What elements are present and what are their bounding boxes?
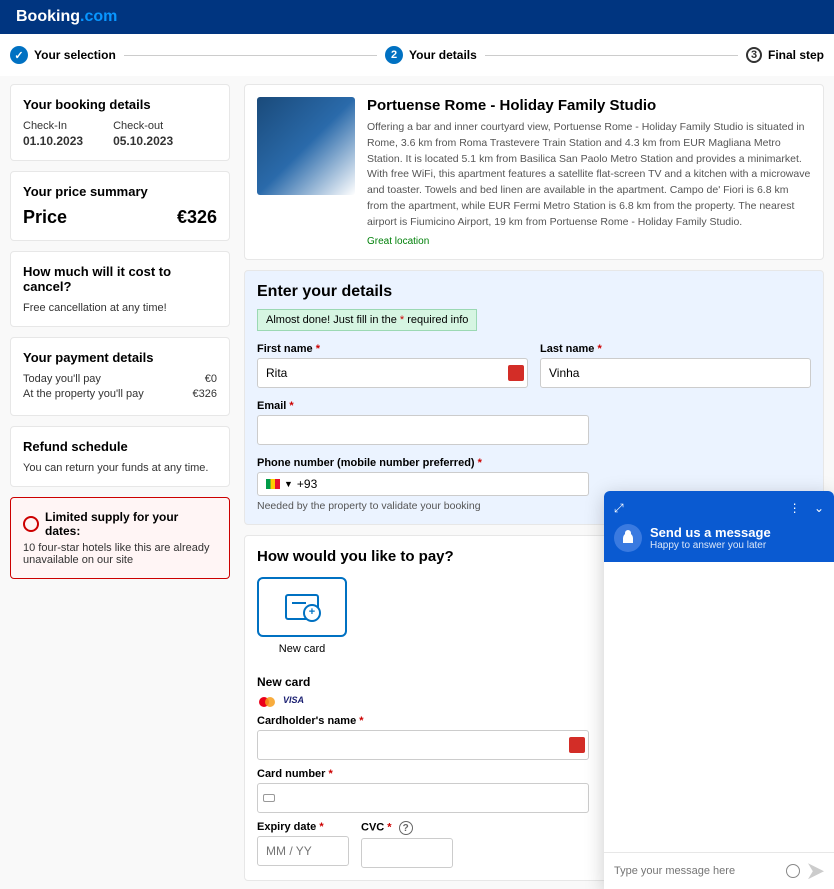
card-number-input[interactable] — [257, 783, 589, 813]
cardholder-label: Cardholder's name * — [257, 715, 589, 727]
enter-details-card: Enter your details Almost done! Just fil… — [244, 270, 824, 525]
payment-details-card: Your payment details Today you'll pay €0… — [10, 337, 230, 416]
step-label: Your details — [409, 48, 477, 62]
cardholder-input[interactable] — [257, 730, 589, 760]
price-value: €326 — [177, 207, 217, 228]
chat-title: Send us a message — [650, 525, 771, 540]
step-your-details[interactable]: 2 Your details — [385, 46, 477, 64]
phone-help-text: Needed by the property to validate your … — [257, 500, 589, 512]
card-title: Your payment details — [23, 350, 217, 365]
mastercard-icon — [257, 695, 279, 709]
phone-label: Phone number (mobile number preferred) * — [257, 457, 589, 469]
property-pay-value: €326 — [193, 388, 217, 400]
avatar-icon — [614, 524, 642, 552]
minimize-icon[interactable]: ⌄ — [814, 501, 824, 515]
great-location-tag[interactable]: Great location — [367, 236, 811, 247]
check-icon: ✓ — [10, 46, 28, 64]
price-summary-card: Your price summary Price €326 — [10, 171, 230, 241]
step-final[interactable]: 3 Final step — [746, 47, 824, 63]
step-label: Your selection — [34, 48, 116, 62]
booking-details-card: Your booking details Check-In 01.10.2023… — [10, 84, 230, 161]
step-number: 2 — [385, 46, 403, 64]
email-label: Email * — [257, 400, 589, 412]
email-input[interactable] — [257, 415, 589, 445]
limited-title: Limited supply for your dates: — [45, 510, 217, 538]
today-pay-value: €0 — [205, 373, 217, 385]
checkout-label: Check-out — [113, 120, 173, 132]
chat-header: ⤢ ⋮ ⌄ Send us a message Happy to answer … — [604, 491, 834, 562]
checkout: Check-out 05.10.2023 — [113, 120, 173, 148]
cvc-input[interactable] — [361, 838, 453, 868]
progress-steps: ✓ Your selection 2 Your details 3 Final … — [0, 34, 834, 76]
hint-banner: Almost done! Just fill in the * required… — [257, 309, 477, 331]
property-description: Offering a bar and inner courtyard view,… — [367, 120, 811, 230]
first-name-label: First name * — [257, 343, 528, 355]
checkin-label: Check-In — [23, 120, 83, 132]
details-heading: Enter your details — [257, 283, 811, 301]
cvc-label: CVC * ? — [361, 821, 453, 835]
card-title: How much will it cost to cancel? — [23, 264, 217, 294]
card-title: Your price summary — [23, 184, 217, 199]
brand-suffix: .com — [80, 8, 117, 25]
card-title: Refund schedule — [23, 439, 217, 454]
password-manager-icon[interactable] — [569, 737, 585, 753]
last-name-input[interactable] — [540, 358, 811, 388]
help-icon[interactable]: ? — [399, 821, 413, 835]
chat-message-input[interactable] — [614, 865, 778, 877]
card-chip-icon — [263, 794, 275, 802]
hint-post: required info — [404, 314, 468, 326]
step-divider — [485, 55, 738, 56]
send-icon[interactable] — [808, 863, 824, 879]
brand-logo[interactable]: Booking.com — [16, 8, 117, 25]
chat-widget: ⤢ ⋮ ⌄ Send us a message Happy to answer … — [604, 491, 834, 889]
new-card-option[interactable] — [257, 577, 347, 637]
expand-icon[interactable]: ⤢ — [614, 501, 624, 516]
first-name-input[interactable] — [257, 358, 528, 388]
expiry-label: Expiry date * — [257, 821, 349, 833]
new-card-label: New card — [257, 643, 347, 655]
brand-text: Booking — [16, 8, 80, 25]
more-icon[interactable]: ⋮ — [789, 501, 801, 515]
checkout-value: 05.10.2023 — [113, 134, 173, 148]
property-image — [257, 97, 355, 195]
password-manager-icon[interactable] — [508, 365, 524, 381]
cancel-cost-card: How much will it cost to cancel? Free ca… — [10, 251, 230, 327]
site-header: Booking.com — [0, 0, 834, 34]
step-divider — [124, 55, 377, 56]
step-number: 3 — [746, 47, 762, 63]
property-name: Portuense Rome - Holiday Family Studio — [367, 97, 811, 114]
hint-pre: Almost done! Just fill in the — [266, 314, 400, 326]
chat-body — [604, 562, 834, 852]
limited-text: 10 four-star hotels like this are alread… — [23, 542, 217, 566]
phone-input[interactable]: ▼ +93 — [257, 472, 589, 496]
visa-icon: VISA — [283, 695, 304, 709]
limited-supply-alert: Limited supply for your dates: 10 four-s… — [10, 497, 230, 579]
cancel-text: Free cancellation at any time! — [23, 302, 217, 314]
today-pay-label: Today you'll pay — [23, 373, 101, 385]
step-your-selection[interactable]: ✓ Your selection — [10, 46, 116, 64]
checkin: Check-In 01.10.2023 — [23, 120, 83, 148]
phone-prefix: +93 — [297, 477, 317, 491]
checkin-value: 01.10.2023 — [23, 134, 83, 148]
chat-subtitle: Happy to answer you later — [650, 540, 771, 551]
emoji-icon[interactable] — [786, 864, 800, 878]
last-name-label: Last name * — [540, 343, 811, 355]
refund-card: Refund schedule You can return your fund… — [10, 426, 230, 487]
step-label: Final step — [768, 48, 824, 62]
property-card: Portuense Rome - Holiday Family Studio O… — [244, 84, 824, 260]
chevron-down-icon[interactable]: ▼ — [284, 479, 293, 489]
clock-icon — [23, 516, 39, 532]
card-number-label: Card number * — [257, 768, 589, 780]
card-plus-icon — [285, 594, 319, 620]
price-label: Price — [23, 207, 67, 228]
expiry-input[interactable] — [257, 836, 349, 866]
refund-text: You can return your funds at any time. — [23, 462, 217, 474]
card-title: Your booking details — [23, 97, 217, 112]
property-pay-label: At the property you'll pay — [23, 388, 144, 400]
chat-input-bar — [604, 852, 834, 889]
flag-icon — [266, 479, 280, 489]
